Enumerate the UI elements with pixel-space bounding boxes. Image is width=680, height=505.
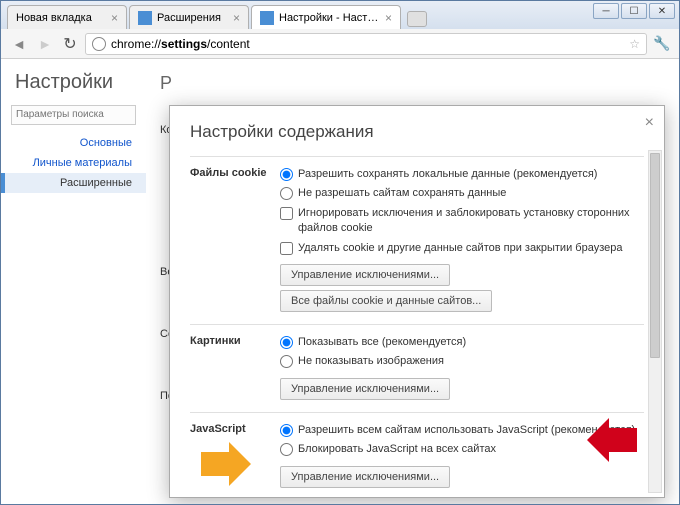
dialog-close-button[interactable]: × (645, 114, 654, 132)
toolbar: ◄ ► ↻ chrome://settings/content ☆ 🔧 (1, 29, 679, 59)
sidebar-item-advanced[interactable]: Расширенные (1, 173, 146, 193)
tab-new[interactable]: Новая вкладка × (7, 5, 127, 29)
radio-input[interactable] (280, 168, 293, 181)
maximize-button[interactable]: ☐ (621, 3, 647, 19)
section-body: Разрешить сохранять локальные данные (ре… (280, 167, 644, 312)
checkbox-option[interactable]: Игнорировать исключения и заблокировать … (280, 206, 644, 237)
section-label: Картинки (190, 335, 280, 400)
radio-option[interactable]: Не разрешать сайтам сохранять данные (280, 186, 644, 201)
radio-input[interactable] (280, 443, 293, 456)
tab-extensions[interactable]: Расширения × (129, 5, 249, 29)
manage-exceptions-button[interactable]: Управление исключениями... (280, 466, 450, 488)
url-path: /content (207, 37, 250, 51)
manage-exceptions-button[interactable]: Все файлы cookie и данные сайтов... (280, 290, 492, 312)
sidebar-item-basic[interactable]: Основные (1, 133, 146, 153)
settings-sidebar: Настройки Основные Личные материалы Расш… (1, 59, 146, 504)
url-host: settings (161, 37, 207, 51)
scrollbar[interactable] (648, 150, 662, 493)
forward-button[interactable]: ► (35, 34, 55, 54)
sidebar-item-personal[interactable]: Личные материалы (1, 153, 146, 173)
settings-icon (260, 11, 274, 25)
manage-exceptions-button[interactable]: Управление исключениями... (280, 378, 450, 400)
back-button[interactable]: ◄ (9, 34, 29, 54)
radio-input[interactable] (280, 424, 293, 437)
settings-section: Файлы cookieРазрешить сохранять локальны… (190, 156, 644, 324)
settings-section: JavaScriptРазрешить всем сайтам использо… (190, 412, 644, 498)
extensions-icon (138, 11, 152, 25)
radio-option[interactable]: Показывать все (рекомендуется) (280, 335, 644, 350)
radio-option[interactable]: Разрешить сохранять локальные данные (ре… (280, 167, 644, 182)
radio-option[interactable]: Разрешить всем сайтам использовать JavaS… (280, 423, 644, 438)
radio-option[interactable]: Не показывать изображения (280, 354, 644, 369)
browser-window: Новая вкладка × Расширения × Настройки -… (0, 0, 680, 505)
tab-settings[interactable]: Настройки - Настр... × (251, 5, 401, 29)
radio-input[interactable] (280, 355, 293, 368)
close-icon[interactable]: × (111, 11, 118, 25)
checkbox-input[interactable] (280, 242, 293, 255)
settings-search-input[interactable] (11, 105, 136, 125)
scroll-thumb[interactable] (650, 153, 660, 358)
settings-section: КартинкиПоказывать все (рекомендуется) Не… (190, 324, 644, 412)
radio-input[interactable] (280, 336, 293, 349)
url-prefix: chrome:// (111, 37, 161, 51)
content-area: Настройки Основные Личные материалы Расш… (1, 59, 679, 504)
sidebar-title: Настройки (1, 71, 146, 104)
address-bar[interactable]: chrome://settings/content ☆ (85, 33, 647, 55)
close-icon[interactable]: × (233, 11, 240, 25)
close-icon[interactable]: × (385, 11, 392, 25)
section-label: JavaScript (190, 423, 280, 488)
window-controls: ─ ☐ ✕ (591, 3, 675, 19)
bookmark-icon[interactable]: ☆ (629, 37, 640, 51)
dialog-title: Настройки содержания (190, 122, 644, 142)
section-body: Разрешить всем сайтам использовать JavaS… (280, 423, 644, 488)
menu-button[interactable]: 🔧 (653, 35, 671, 53)
close-button[interactable]: ✕ (649, 3, 675, 19)
checkbox-input[interactable] (280, 207, 293, 220)
minimize-button[interactable]: ─ (593, 3, 619, 19)
content-settings-dialog: × Настройки содержания Файлы cookieРазре… (169, 105, 665, 498)
section-body: Показывать все (рекомендуется) Не показыв… (280, 335, 644, 400)
titlebar: Новая вкладка × Расширения × Настройки -… (1, 1, 679, 29)
reload-button[interactable]: ↻ (61, 35, 79, 53)
globe-icon (92, 37, 106, 51)
new-tab-button[interactable] (407, 11, 427, 27)
radio-input[interactable] (280, 187, 293, 200)
manage-exceptions-button[interactable]: Управление исключениями... (280, 264, 450, 286)
radio-option[interactable]: Блокировать JavaScript на всех сайтах (280, 442, 644, 457)
section-label: Файлы cookie (190, 167, 280, 312)
checkbox-option[interactable]: Удалять cookie и другие данные сайтов пр… (280, 241, 644, 256)
